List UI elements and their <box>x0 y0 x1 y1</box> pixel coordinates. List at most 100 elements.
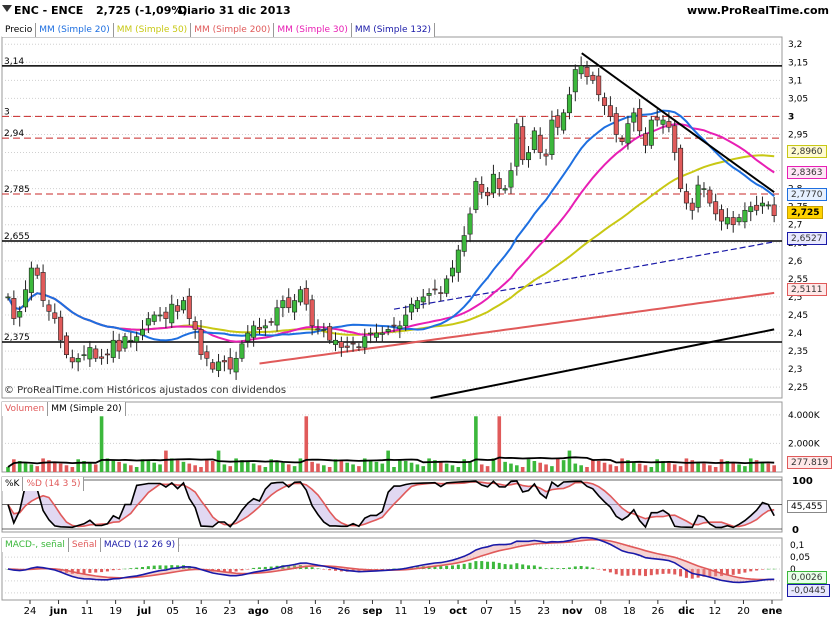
candle-body <box>409 303 415 313</box>
candle-body <box>754 204 760 211</box>
macd-histogram-bar <box>632 569 636 576</box>
candle-body <box>373 332 379 338</box>
x-axis-tick: 16 <box>195 606 208 617</box>
candle-body <box>607 105 613 117</box>
macd-histogram-bar <box>117 569 121 570</box>
macd-histogram-bar <box>544 568 548 569</box>
x-axis-tick: 19 <box>109 606 122 617</box>
volume-bar <box>29 464 34 472</box>
candle-body <box>221 360 227 363</box>
macd-histogram-bar <box>257 567 261 569</box>
macd-histogram-bar <box>146 566 150 569</box>
legend-volume[interactable]: Volumen <box>2 402 49 416</box>
candle-body <box>683 191 689 204</box>
candle-body <box>537 134 543 153</box>
volume-bar <box>35 466 40 472</box>
level-label: 2,655 <box>4 232 30 242</box>
candle-body <box>110 339 116 358</box>
legend-sma20[interactable]: MM (Simple 20) <box>36 23 114 37</box>
macd-histogram-bar <box>638 569 642 576</box>
candle-body <box>479 183 485 193</box>
volume-bar <box>368 460 373 472</box>
legend-price[interactable]: Precio <box>2 23 37 37</box>
volume-bar <box>316 463 320 472</box>
volume-bar <box>421 466 426 472</box>
candle-body <box>590 74 596 81</box>
candle-body <box>561 112 567 131</box>
x-axis-tick: 15 <box>509 606 522 617</box>
candle-body <box>17 311 23 318</box>
volume-bar <box>766 463 771 472</box>
legend-sma30[interactable]: MM (Simple 30) <box>274 23 352 37</box>
macd-histogram-bar <box>263 566 267 569</box>
macd-histogram-bar <box>743 569 747 573</box>
candle-body <box>420 296 426 303</box>
volume-bar <box>503 461 507 472</box>
candle-body <box>531 130 537 150</box>
candle-body <box>742 209 748 223</box>
candle-body <box>297 289 303 303</box>
stoch-axis-tick: 0 <box>792 525 799 536</box>
volume-bar <box>643 465 648 472</box>
volume-bar <box>286 464 291 472</box>
macd-histogram-bar <box>679 569 683 577</box>
candle-body <box>473 181 479 210</box>
volume-bar <box>637 463 642 472</box>
candle-body <box>368 332 374 335</box>
sma30-value-tag: 2,8363 <box>787 166 827 179</box>
volume-bar <box>737 464 741 472</box>
candle-body <box>695 184 701 208</box>
macd-histogram-bar <box>527 565 531 569</box>
volume-bar <box>708 465 712 472</box>
candle-body <box>216 361 222 371</box>
macd-histogram-bar <box>579 565 583 569</box>
volume-bar <box>281 462 285 472</box>
macd-histogram-bar <box>591 567 595 569</box>
sma200-value-tag: 2,5111 <box>787 283 827 296</box>
legend-sma200[interactable]: MM (Simple 200) <box>191 23 275 37</box>
volume-bar <box>210 461 215 472</box>
macd-histogram-bar <box>673 569 677 575</box>
candle-body <box>485 191 491 197</box>
chart-stage: ENC - ENCE 2,725 (-1,09%) Diario 31 dic … <box>0 0 835 620</box>
legend-sma50[interactable]: MM (Simple 50) <box>113 23 192 37</box>
macd-axis-tick: 0,1 <box>790 541 804 551</box>
volume-bar <box>567 450 572 472</box>
legend-sma132[interactable]: MM (Simple 132) <box>351 23 436 37</box>
volume-bar <box>415 464 420 472</box>
x-axis-tick: jun <box>49 606 68 617</box>
volume-value-tag: 277.819 <box>787 456 833 469</box>
legend-volume-sma[interactable]: MM (Simple 20) <box>48 402 126 416</box>
volume-bar <box>649 467 654 472</box>
legend-k[interactable]: %K <box>2 477 24 491</box>
macd-histogram-bar <box>661 569 665 574</box>
candle-body <box>151 314 157 322</box>
candle-body <box>648 119 654 146</box>
legend-d[interactable]: %D (14 3 5) <box>23 477 85 491</box>
x-axis-tick: 19 <box>423 606 436 617</box>
candle-body <box>455 249 461 273</box>
candle-body <box>736 217 742 223</box>
x-axis-tick: 11 <box>395 606 408 617</box>
volume-bar <box>509 463 513 472</box>
volume-legend: Volumen MM (Simple 20) <box>2 402 126 416</box>
candle-body <box>227 357 233 370</box>
candle-body <box>596 75 602 96</box>
legend-macd[interactable]: MACD (12 26 9) <box>100 538 180 552</box>
candle-body <box>169 303 175 324</box>
volume-bar <box>111 460 116 472</box>
macd-histogram-bar <box>94 569 98 573</box>
macd-histogram-bar <box>667 569 671 574</box>
candle-body <box>642 133 648 146</box>
legend-macd-signal[interactable]: Señal <box>68 538 101 552</box>
legend-macd-hist[interactable]: MACD-, señal <box>2 538 69 552</box>
sma50-value-tag: 2,8960 <box>787 145 827 158</box>
volume-bar <box>70 467 75 472</box>
x-axis-tick: dic <box>678 606 695 617</box>
candle-body <box>104 353 110 356</box>
volume-bar <box>602 462 607 472</box>
macd-histogram-bar <box>474 561 478 569</box>
volume-bar <box>263 467 268 472</box>
volume-bar <box>193 465 197 472</box>
macd-histogram-bar <box>649 569 653 576</box>
